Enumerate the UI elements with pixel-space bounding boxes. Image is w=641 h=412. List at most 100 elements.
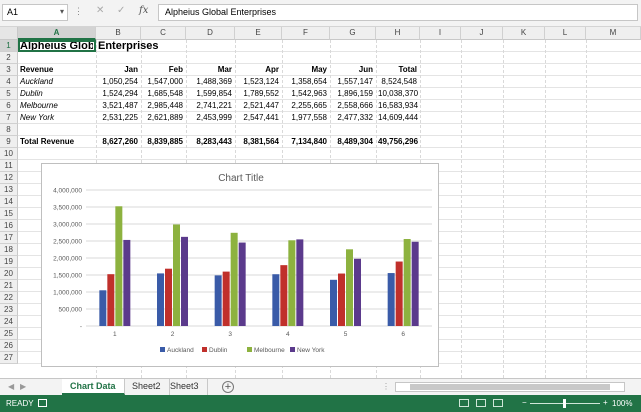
month-header[interactable]: Jan xyxy=(98,64,138,76)
row-header[interactable]: 22 xyxy=(0,292,18,304)
select-all-corner[interactable] xyxy=(0,27,18,40)
total-value[interactable]: 49,756,296 xyxy=(378,136,418,148)
city-label[interactable]: Auckland xyxy=(20,76,93,88)
revenue-value[interactable]: 2,985,448 xyxy=(143,100,183,112)
row-header[interactable]: 6 xyxy=(0,100,18,112)
month-header[interactable]: Total xyxy=(378,64,417,76)
total-label[interactable]: Total Revenue xyxy=(20,136,93,148)
tab-next-icon[interactable]: ▶ xyxy=(20,382,26,391)
month-header[interactable]: Jun xyxy=(332,64,373,76)
revenue-value[interactable]: 1,557,147 xyxy=(332,76,373,88)
macro-record-icon[interactable] xyxy=(38,399,47,407)
revenue-value[interactable]: 1,050,254 xyxy=(98,76,138,88)
revenue-value[interactable]: 1,542,963 xyxy=(284,88,327,100)
column-header[interactable]: D xyxy=(186,27,235,40)
normal-view-icon[interactable] xyxy=(459,399,469,407)
revenue-value[interactable]: 2,558,666 xyxy=(332,100,373,112)
name-box[interactable]: A1 ▾ xyxy=(2,4,68,21)
title-cell-overflow[interactable]: Enterprises xyxy=(98,39,183,52)
row-header[interactable]: 5 xyxy=(0,88,18,100)
close-icon[interactable]: ✕ xyxy=(96,5,104,16)
column-header[interactable]: K xyxy=(503,27,545,40)
total-value[interactable]: 8,381,564 xyxy=(237,136,279,148)
revenue-value[interactable]: 2,547,441 xyxy=(237,112,279,124)
zoom-out-icon[interactable]: − xyxy=(522,398,527,407)
column-header[interactable]: I xyxy=(420,27,461,40)
revenue-value[interactable]: 14,609,444 xyxy=(378,112,418,124)
row-header[interactable]: 13 xyxy=(0,184,18,196)
formula-input[interactable]: Alpheius Global Enterprises xyxy=(158,4,638,21)
page-break-icon[interactable] xyxy=(493,399,503,407)
check-icon[interactable]: ✓ xyxy=(117,5,125,16)
row-header[interactable]: 11 xyxy=(0,160,18,172)
revenue-value[interactable]: 16,583,934 xyxy=(378,100,418,112)
revenue-value[interactable]: 1,488,369 xyxy=(188,76,232,88)
revenue-value[interactable]: 1,977,558 xyxy=(284,112,327,124)
row-header[interactable]: 23 xyxy=(0,304,18,316)
tab-prev-icon[interactable]: ◀ xyxy=(8,382,14,391)
row-header[interactable]: 8 xyxy=(0,124,18,136)
revenue-value[interactable]: 10,038,370 xyxy=(378,88,418,100)
revenue-value[interactable]: 2,621,889 xyxy=(143,112,183,124)
month-header[interactable]: Feb xyxy=(143,64,183,76)
row-header[interactable]: 25 xyxy=(0,328,18,340)
revenue-value[interactable]: 1,685,548 xyxy=(143,88,183,100)
row-header[interactable]: 24 xyxy=(0,316,18,328)
revenue-value[interactable]: 1,896,159 xyxy=(332,88,373,100)
row-header[interactable]: 3 xyxy=(0,64,18,76)
revenue-value[interactable]: 2,531,225 xyxy=(98,112,138,124)
column-header[interactable]: F xyxy=(282,27,330,40)
revenue-value[interactable]: 1,789,552 xyxy=(237,88,279,100)
revenue-value[interactable]: 1,358,654 xyxy=(284,76,327,88)
month-header[interactable]: Mar xyxy=(188,64,232,76)
row-header[interactable]: 2 xyxy=(0,52,18,64)
revenue-value[interactable]: 1,547,000 xyxy=(143,76,183,88)
row-header[interactable]: 10 xyxy=(0,148,18,160)
zoom-level[interactable]: 100% xyxy=(612,399,632,408)
total-value[interactable]: 8,489,304 xyxy=(332,136,373,148)
revenue-value[interactable]: 1,599,854 xyxy=(188,88,232,100)
revenue-value[interactable]: 2,521,447 xyxy=(237,100,279,112)
page-layout-icon[interactable] xyxy=(476,399,486,407)
revenue-value[interactable]: 1,523,124 xyxy=(237,76,279,88)
zoom-slider-thumb[interactable] xyxy=(563,399,566,408)
row-header[interactable]: 17 xyxy=(0,232,18,244)
column-header[interactable]: L xyxy=(545,27,586,40)
revenue-value[interactable]: 2,255,665 xyxy=(284,100,327,112)
total-value[interactable]: 7,134,840 xyxy=(284,136,327,148)
revenue-value[interactable]: 3,521,487 xyxy=(98,100,138,112)
city-label[interactable]: Dublin xyxy=(20,88,93,100)
column-header[interactable]: G xyxy=(330,27,376,40)
row-header[interactable]: 12 xyxy=(0,172,18,184)
city-label[interactable]: New York xyxy=(20,112,93,124)
horizontal-scrollbar[interactable] xyxy=(395,382,625,392)
total-value[interactable]: 8,283,443 xyxy=(188,136,232,148)
sheet-tab[interactable]: Sheet3 xyxy=(162,379,208,395)
revenue-value[interactable]: 8,524,548 xyxy=(378,76,417,88)
row-header[interactable]: 19 xyxy=(0,256,18,268)
row-header[interactable]: 18 xyxy=(0,244,18,256)
plus-icon[interactable]: + xyxy=(222,381,234,393)
zoom-in-icon[interactable]: + xyxy=(603,398,608,407)
revenue-value[interactable]: 1,524,294 xyxy=(98,88,138,100)
column-header[interactable]: E xyxy=(235,27,282,40)
row-header[interactable]: 21 xyxy=(0,280,18,292)
row-header[interactable]: 7 xyxy=(0,112,18,124)
row-header[interactable]: 27 xyxy=(0,352,18,364)
row-header[interactable]: 9 xyxy=(0,136,18,148)
sheet-tab[interactable]: Chart Data xyxy=(62,379,125,395)
fx-icon[interactable]: fx xyxy=(139,5,148,16)
total-value[interactable]: 8,839,885 xyxy=(143,136,183,148)
row-header[interactable]: 4 xyxy=(0,76,18,88)
revenue-value[interactable]: 2,453,999 xyxy=(188,112,232,124)
chevron-down-icon[interactable]: ▾ xyxy=(60,7,64,16)
revenue-value[interactable]: 2,741,221 xyxy=(188,100,232,112)
revenue-value[interactable]: 2,477,332 xyxy=(332,112,373,124)
row-header[interactable]: 14 xyxy=(0,196,18,208)
column-header[interactable]: H xyxy=(376,27,420,40)
scrollbar-thumb[interactable] xyxy=(410,384,610,390)
row-header[interactable]: 15 xyxy=(0,208,18,220)
city-label[interactable]: Melbourne xyxy=(20,100,93,112)
row-header[interactable]: 16 xyxy=(0,220,18,232)
row-header[interactable]: 26 xyxy=(0,340,18,352)
